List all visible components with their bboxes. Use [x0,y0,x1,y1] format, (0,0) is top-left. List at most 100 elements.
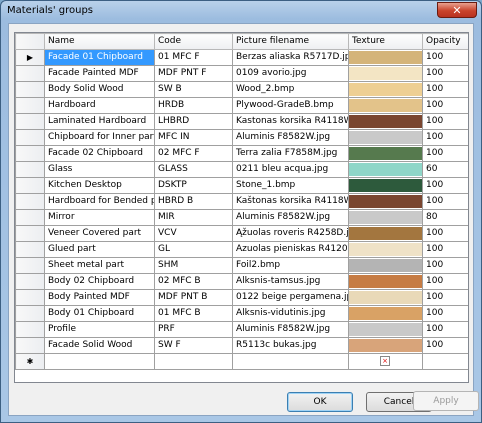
table-row[interactable]: Glass GLASS 0211 bleu acqua.jpg 60 [15,161,468,178]
opacity-cell[interactable]: 100 [422,321,468,338]
name-cell[interactable]: Facade Painted MDF [44,65,155,82]
texture-cell[interactable] [348,49,423,66]
new-row-cell[interactable]: × [348,353,423,370]
code-cell[interactable]: PRF [154,321,233,338]
picture-filename-cell[interactable]: Alksnis-vidutinis.jpg [232,305,349,322]
opacity-cell[interactable]: 100 [422,177,468,194]
code-cell[interactable]: GLASS [154,161,233,178]
row-header[interactable] [15,337,45,354]
texture-cell[interactable] [348,65,423,82]
new-row-cell[interactable] [44,353,155,370]
name-cell[interactable]: Sheet metal part [44,257,155,274]
name-cell[interactable]: Body 02 Chipboard [44,273,155,290]
table-row[interactable]: Hardboard for Bended partsHBRD BKaštonas… [15,193,468,210]
table-row[interactable]: Hardboard HRDB Plywood-GradeB.bmp 100 [15,97,468,114]
texture-cell[interactable] [348,241,423,258]
code-cell[interactable]: 02 MFC F [154,145,233,162]
row-header[interactable] [15,161,45,178]
picture-filename-cell[interactable]: Plywood-GradeB.bmp [232,97,349,114]
name-cell[interactable]: Profile [44,321,155,338]
opacity-cell[interactable]: 100 [422,65,468,82]
opacity-cell[interactable]: 100 [422,113,468,130]
table-row[interactable]: Glued partGLAzuolas pieniskas R4120W....… [15,241,468,258]
name-cell[interactable]: Laminated Hardboard [44,113,155,130]
opacity-cell[interactable]: 100 [422,97,468,114]
picture-filename-cell[interactable]: Aluminis F8582W.jpg [232,321,349,338]
new-row-marker-icon[interactable]: ✱ [15,353,45,370]
texture-cell[interactable] [348,337,423,354]
opacity-cell[interactable]: 100 [422,305,468,322]
opacity-cell[interactable]: 100 [422,81,468,98]
picture-filename-cell[interactable]: 0122 beige pergamena.jpg [232,289,349,306]
table-row[interactable]: Chipboard for Inner parts MFC IN Aluminis … [15,129,468,146]
picture-filename-cell[interactable]: Azuolas pieniskas R4120W.... [232,241,349,258]
name-cell[interactable]: Body Painted MDF [44,289,155,306]
opacity-cell[interactable]: 100 [422,49,468,66]
table-row[interactable]: Veneer Covered part VCV Ąžuolas roveris R4… [15,225,468,242]
row-header[interactable] [15,305,45,322]
picture-filename-cell[interactable]: Foil2.bmp [232,257,349,274]
code-cell[interactable]: MFC IN [154,129,233,146]
row-header[interactable] [15,273,45,290]
name-cell[interactable]: Mirror [44,209,155,226]
code-cell[interactable]: SHM [154,257,233,274]
code-cell[interactable]: MIR [154,209,233,226]
texture-cell[interactable] [348,225,423,242]
code-cell[interactable]: MDF PNT B [154,289,233,306]
opacity-cell[interactable]: 100 [422,145,468,162]
row-header[interactable] [15,289,45,306]
picture-filename-cell[interactable]: Aluminis F8582W.jpg [232,209,349,226]
row-header[interactable] [15,241,45,258]
name-cell[interactable]: Kitchen Desktop [44,177,155,194]
row-header[interactable] [15,193,45,210]
apply-button[interactable]: Apply [413,391,479,411]
column-header-name[interactable]: Name [44,33,155,50]
table-row[interactable]: Body Solid Wood SW B Wood_2.bmp 100 [15,81,468,98]
name-cell[interactable]: Hardboard [44,97,155,114]
opacity-cell[interactable]: 100 [422,273,468,290]
texture-cell[interactable] [348,161,423,178]
column-header-picture[interactable]: Picture filename [232,33,349,50]
picture-filename-cell[interactable]: Kastonas korsika R4118W.j... [232,113,349,130]
table-row[interactable]: Body 01 Chipboard 01 MFC B Alksnis-vidutin… [15,305,468,322]
row-header[interactable] [15,145,45,162]
close-button[interactable]: ✕ [437,2,477,18]
row-header-corner[interactable] [15,33,45,50]
table-row[interactable]: Facade Solid Wood SW F R5113c bukas.jpg 100 [15,337,468,354]
code-cell[interactable]: 01 MFC B [154,305,233,322]
opacity-cell[interactable]: 100 [422,193,468,210]
opacity-cell[interactable]: 100 [422,129,468,146]
texture-cell[interactable] [348,129,423,146]
new-row-cell[interactable] [422,353,468,370]
code-cell[interactable]: VCV [154,225,233,242]
opacity-cell[interactable]: 80 [422,209,468,226]
row-header[interactable] [15,177,45,194]
name-cell[interactable]: Hardboard for Bended parts [44,193,155,210]
texture-cell[interactable] [348,289,423,306]
code-cell[interactable]: SW B [154,81,233,98]
column-header-code[interactable]: Code [154,33,233,50]
title-bar[interactable]: Materials' groups ✕ [1,1,481,21]
texture-cell[interactable] [348,113,423,130]
table-row[interactable]: ▶ Facade 01 Chipboard 01 MFC F Berzas alias… [15,49,468,66]
picture-filename-cell[interactable]: 0211 bleu acqua.jpg [232,161,349,178]
code-cell[interactable]: 02 MFC B [154,273,233,290]
row-header[interactable] [15,97,45,114]
opacity-cell[interactable]: 100 [422,241,468,258]
name-cell[interactable]: Chipboard for Inner parts [44,129,155,146]
picture-filename-cell[interactable]: Stone_1.bmp [232,177,349,194]
texture-cell[interactable] [348,145,423,162]
opacity-cell[interactable]: 100 [422,257,468,274]
name-cell[interactable]: Glass [44,161,155,178]
code-cell[interactable]: MDF PNT F [154,65,233,82]
materials-grid[interactable]: Name Code Picture filename Texture Opaci… [14,32,469,383]
texture-cell[interactable] [348,81,423,98]
opacity-cell[interactable]: 60 [422,161,468,178]
texture-cell[interactable] [348,273,423,290]
table-row[interactable]: Mirror MIR Aluminis F8582W.jpg 80 [15,209,468,226]
picture-filename-cell[interactable]: Aluminis F8582W.jpg [232,129,349,146]
name-cell[interactable]: Veneer Covered part [44,225,155,242]
row-header[interactable] [15,65,45,82]
picture-filename-cell[interactable]: Wood_2.bmp [232,81,349,98]
name-cell[interactable]: Facade Solid Wood [44,337,155,354]
